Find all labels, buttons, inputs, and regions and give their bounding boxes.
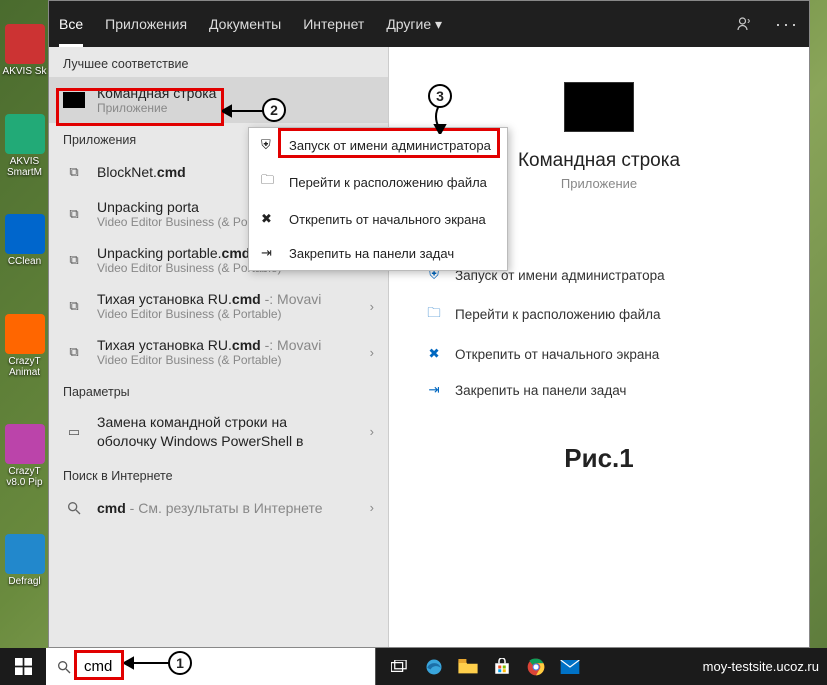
tab-web[interactable]: Интернет [303,16,364,32]
pin-icon: ⇥ [425,382,443,398]
more-icon[interactable]: ··· [775,14,799,35]
chevron-right-icon: › [370,500,374,515]
search-tabs: Все Приложения Документы Интернет Другие… [49,1,809,47]
task-view-icon[interactable] [384,652,416,682]
shield-icon: ⛨ [261,137,277,153]
folder-icon: 🗀 [425,303,443,326]
result-title: Командная строка [97,85,374,101]
feedback-icon[interactable] [735,15,753,33]
desktop-icon[interactable]: CrazyT Animat [2,314,47,378]
desktop-icon[interactable]: CClean [2,214,47,267]
tab-all[interactable]: Все [59,1,83,47]
result-app[interactable]: ⧉ Тихая установка RU.cmd -: MovaviVideo … [49,283,388,329]
search-icon [46,659,82,675]
action-file-location[interactable]: 🗀Перейти к расположению файла [419,293,779,336]
chevron-right-icon: › [370,345,374,360]
terminal-icon [63,89,85,111]
annotation-num-3: 3 [428,84,452,108]
app-icon: ⧉ [63,161,85,183]
action-unpin-start[interactable]: ✖Открепить от начального экрана [419,336,779,372]
chevron-right-icon: › [370,424,374,439]
app-icon: ⧉ [63,203,85,225]
annotation-num-2: 2 [262,98,286,122]
desktop-icon[interactable]: AKVIS SmartM [2,114,47,178]
desktop-icon[interactable]: AKVIS Sk [2,24,47,77]
section-settings: Параметры [49,375,388,405]
context-menu: ⛨Запуск от имени администратора 🗀Перейти… [248,127,508,271]
app-icon: ⧉ [63,249,85,271]
annotation-num-1: 1 [168,651,192,675]
taskbar-search[interactable] [46,648,376,685]
search-icon [63,497,85,519]
desktop-icon[interactable]: CrazyT v8.0 Pip [2,424,47,488]
action-pin-taskbar[interactable]: ⇥Закрепить на панели задач [419,372,779,408]
explorer-icon[interactable] [452,652,484,682]
app-icon: ⧉ [63,295,85,317]
watermark-url: moy-testsite.ucoz.ru [703,659,827,674]
ctx-unpin-start[interactable]: ✖Открепить от начального экрана [249,202,507,236]
tab-more[interactable]: Другие ▾ [386,16,442,33]
tab-docs[interactable]: Документы [209,16,281,32]
preview-thumb [564,82,634,132]
section-best-match: Лучшее соответствие [49,47,388,77]
unpin-icon: ✖ [425,346,443,362]
preview-subtitle: Приложение [561,176,637,191]
ctx-file-location[interactable]: 🗀Перейти к расположению файла [249,162,507,202]
tab-apps[interactable]: Приложения [105,16,187,32]
mail-icon[interactable] [554,652,586,682]
chevron-right-icon: › [370,299,374,314]
display-icon: ▭ [63,421,85,443]
section-web: Поиск в Интернете [49,459,388,489]
result-setting[interactable]: ▭ Замена командной строки наоболочку Win… [49,405,388,459]
desktop-icon[interactable]: Defragl [2,534,47,587]
ctx-pin-taskbar[interactable]: ⇥Закрепить на панели задач [249,236,507,270]
figure-label: Рис.1 [564,443,633,474]
unpin-icon: ✖ [261,211,277,227]
store-icon[interactable] [486,652,518,682]
folder-icon: 🗀 [261,171,277,193]
preview-title: Командная строка [518,150,680,172]
chrome-icon[interactable] [520,652,552,682]
edge-icon[interactable] [418,652,450,682]
app-icon: ⧉ [63,341,85,363]
result-cmd-prompt[interactable]: Командная строкаПриложение [49,77,388,123]
result-web[interactable]: cmd - См. результаты в Интернете › [49,489,388,527]
pin-icon: ⇥ [261,245,277,261]
ctx-run-admin[interactable]: ⛨Запуск от имени администратора [249,128,507,162]
result-app[interactable]: ⧉ Тихая установка RU.cmd -: MovaviVideo … [49,329,388,375]
start-button[interactable] [0,648,46,685]
